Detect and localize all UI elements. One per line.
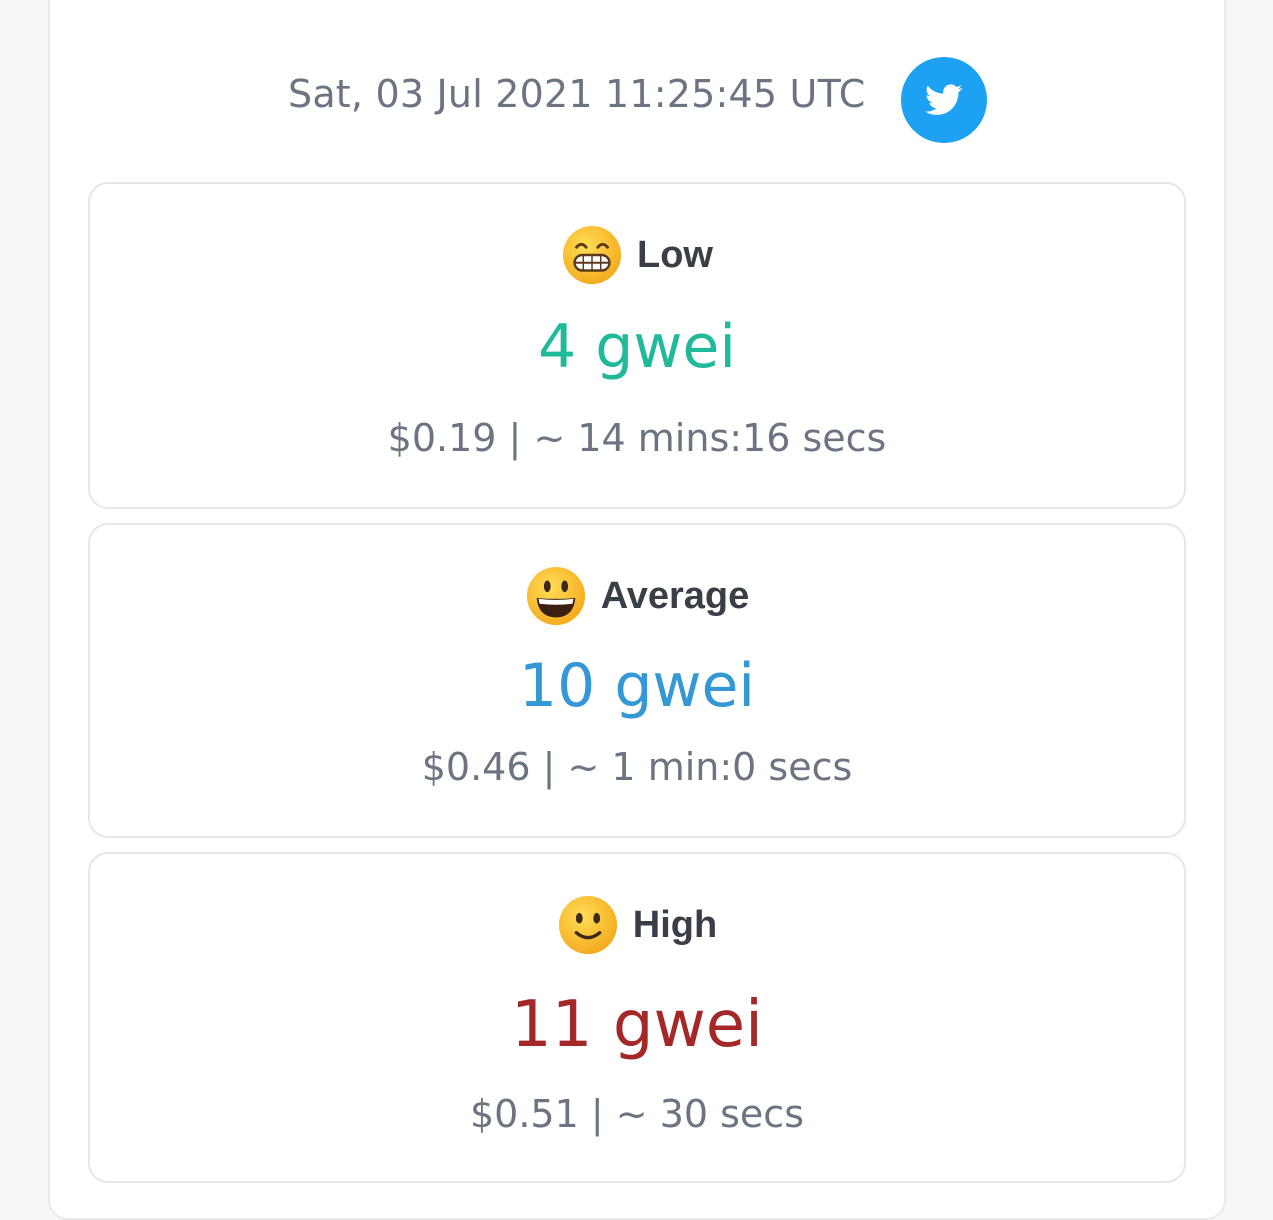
average-tier-cost: $0.46	[421, 745, 531, 789]
high-tier-card: High 11 gwei $0.51 | ~ 30 secs	[88, 852, 1186, 1183]
low-tier-cost: $0.19	[387, 416, 497, 460]
average-tier-time: ~ 1 min:0 secs	[567, 745, 853, 789]
average-tier-label: Average	[600, 574, 750, 617]
low-tier-time: ~ 14 mins:16 secs	[533, 416, 887, 460]
high-tier-separator: |	[590, 1092, 604, 1136]
high-gas-price: 11 gwei	[511, 988, 763, 1062]
average-tier-separator: |	[542, 745, 556, 789]
low-tier-card: Low 4 gwei $0.19 | ~ 14 mins:16 secs	[88, 182, 1186, 509]
slightly-smiling-face-icon	[557, 894, 619, 956]
twitter-share-button[interactable]	[901, 57, 987, 143]
low-gas-price: 4 gwei	[538, 312, 736, 382]
average-tier-card: Average 10 gwei $0.46 | ~ 1 min:0 secs	[88, 523, 1186, 838]
high-tier-cost: $0.51	[469, 1092, 579, 1136]
high-tier-time: ~ 30 secs	[615, 1092, 804, 1136]
average-tier-details: $0.46 | ~ 1 min:0 secs	[90, 745, 1184, 789]
low-tier-heading: Low	[90, 224, 1184, 286]
timestamp: Sat, 03 Jul 2021 11:25:45 UTC	[288, 72, 866, 116]
average-tier-heading: Average	[90, 565, 1184, 627]
high-tier-label: High	[632, 903, 718, 946]
grinning-face-with-smiling-eyes-icon	[561, 224, 623, 286]
twitter-bird-icon	[925, 84, 963, 115]
average-gas-price: 10 gwei	[518, 651, 756, 721]
high-tier-details: $0.51 | ~ 30 secs	[90, 1092, 1184, 1136]
low-tier-separator: |	[508, 416, 522, 460]
high-tier-heading: High	[90, 894, 1184, 956]
low-tier-label: Low	[637, 233, 713, 276]
grinning-face-icon	[525, 565, 587, 627]
low-tier-details: $0.19 | ~ 14 mins:16 secs	[90, 416, 1184, 460]
header: Sat, 03 Jul 2021 11:25:45 UTC	[0, 0, 1273, 180]
